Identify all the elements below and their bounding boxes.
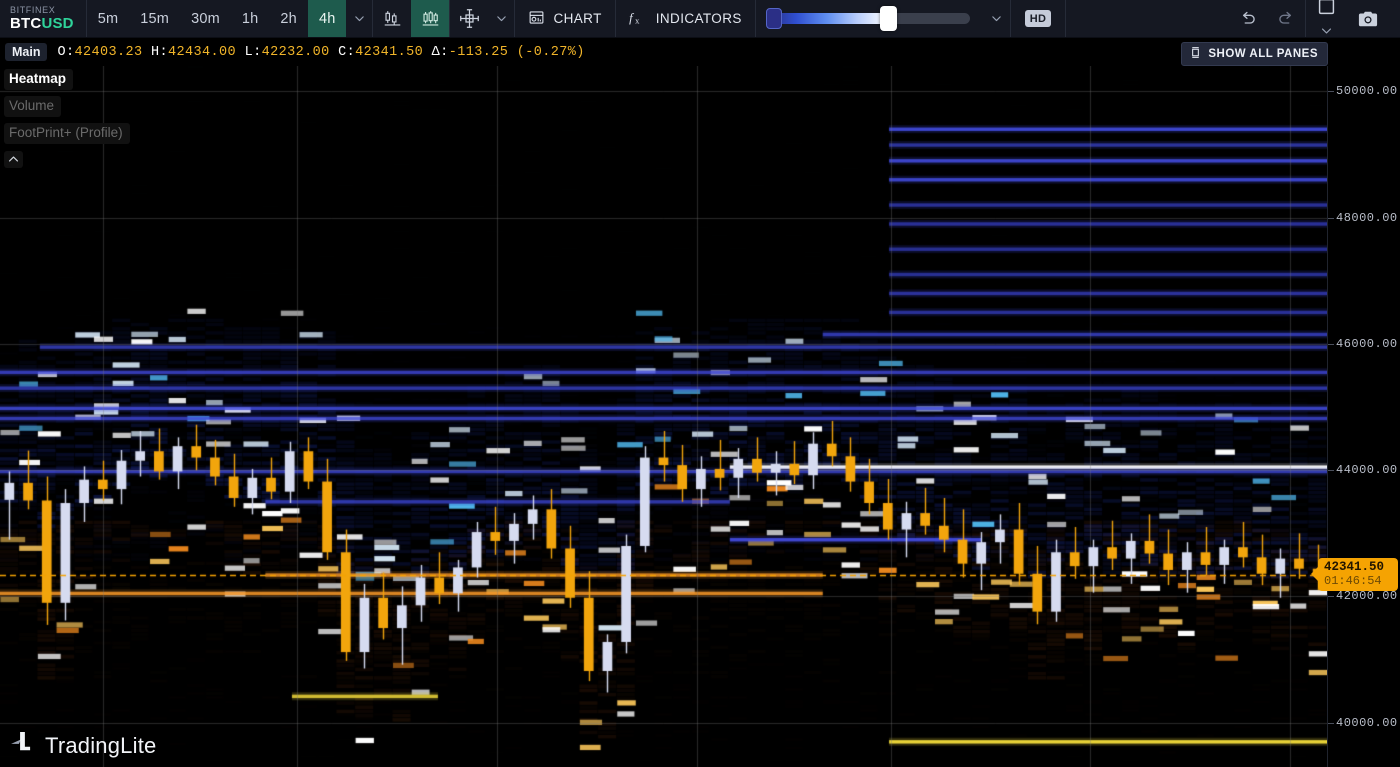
panes-icon	[1189, 46, 1202, 62]
price-tick-42000: 42000.00	[1336, 589, 1398, 603]
high-value: 42434.00	[168, 45, 236, 60]
camera-icon[interactable]	[1346, 0, 1390, 37]
close-value: 42341.50	[355, 45, 423, 60]
delta-value: -113.25	[449, 45, 509, 60]
redo-icon[interactable]	[1267, 0, 1305, 37]
pane-label[interactable]: Main	[5, 43, 47, 61]
divider	[1010, 0, 1011, 37]
fx-icon: f x	[629, 9, 648, 29]
chart-plot-area[interactable]	[0, 66, 1327, 767]
symbol-selector[interactable]: BITFINEX BTCUSD	[0, 0, 86, 37]
svg-text:x: x	[635, 15, 640, 25]
legend-item-footprint[interactable]: FootPrint+ (Profile)	[4, 123, 130, 144]
chevron-down-icon[interactable]	[488, 0, 514, 37]
undo-icon[interactable]	[1229, 0, 1267, 37]
price-axis[interactable]: 50000.00 48000.00 46000.00 44000.00 42000.00…	[1327, 38, 1400, 767]
crosshair-icon[interactable]	[450, 0, 488, 37]
chart-label: CHART	[553, 11, 601, 26]
timeframe-4h[interactable]: 4h	[308, 0, 347, 37]
show-all-panes-button[interactable]: SHOW ALL PANES	[1181, 42, 1328, 66]
layout-chart-icon	[528, 9, 545, 29]
candlestick-icon[interactable]	[373, 0, 411, 37]
timeframe-15m[interactable]: 15m	[129, 0, 180, 37]
legend-item-volume[interactable]: Volume	[4, 96, 61, 117]
indicators-label: INDICATORS	[656, 11, 742, 26]
indicator-legend: Heatmap Volume FootPrint+ (Profile)	[4, 69, 130, 168]
candle-countdown: 01:46:54	[1324, 574, 1394, 588]
symbol-label: BTCUSD	[10, 16, 74, 32]
delta-label: Δ:	[432, 45, 449, 60]
current-price-tag[interactable]: 42341.5001:46:54	[1318, 558, 1398, 591]
chart-menu-button[interactable]: CHART	[515, 0, 614, 37]
slider-fill	[770, 13, 888, 24]
bar-chart-icon[interactable]	[411, 0, 449, 37]
open-label: O:	[57, 45, 74, 60]
slider-knob[interactable]	[880, 6, 897, 31]
show-all-panes-label: SHOW ALL PANES	[1208, 48, 1318, 60]
legend-item-heatmap[interactable]: Heatmap	[4, 69, 73, 90]
timeframe-5m[interactable]: 5m	[87, 0, 130, 37]
fullscreen-button[interactable]	[1306, 0, 1346, 37]
open-value: 42403.23	[75, 45, 143, 60]
slider-track[interactable]	[770, 13, 970, 24]
low-value: 42232.00	[262, 45, 330, 60]
price-tick-50000: 50000.00	[1336, 84, 1398, 98]
symbol-quote: USD	[41, 15, 73, 32]
square-frame-icon	[1317, 0, 1336, 21]
slider-knob-left[interactable]	[766, 8, 782, 29]
symbol-base: BTC	[10, 15, 41, 32]
price-tick-44000: 44000.00	[1336, 463, 1398, 477]
svg-text:f: f	[629, 10, 635, 24]
current-price-value: 42341.50	[1324, 560, 1394, 574]
ohlc-values: O:42403.23 H:42434.00 L:42232.00 C:42341…	[57, 45, 584, 60]
chevron-down-icon[interactable]	[984, 0, 1010, 37]
price-tick-48000: 48000.00	[1336, 211, 1398, 225]
timeframe-1h[interactable]: 1h	[231, 0, 270, 37]
toolbar-spacer	[1066, 0, 1229, 37]
close-label: C:	[338, 45, 355, 60]
heatmap-intensity-slider[interactable]	[756, 0, 984, 37]
toolbar-right-pad	[1390, 0, 1400, 37]
chart-canvas[interactable]	[0, 66, 1327, 767]
delta-percent: (-0.27%)	[517, 45, 585, 60]
indicators-button[interactable]: f x INDICATORS	[616, 0, 755, 37]
timeframe-30m[interactable]: 30m	[180, 0, 231, 37]
high-label: H:	[151, 45, 168, 60]
top-toolbar: BITFINEX BTCUSD 5m 15m 30m 1h 2h 4h	[0, 0, 1400, 38]
price-tick-46000: 46000.00	[1336, 337, 1398, 351]
hd-quality-button[interactable]: HD	[1025, 10, 1052, 27]
price-tick-40000: 40000.00	[1336, 716, 1398, 730]
chevron-down-icon[interactable]	[346, 0, 372, 37]
tradinglite-app: BITFINEX BTCUSD 5m 15m 30m 1h 2h 4h	[0, 0, 1400, 767]
chevron-up-icon[interactable]	[4, 151, 23, 168]
low-label: L:	[245, 45, 262, 60]
timeframe-2h[interactable]: 2h	[269, 0, 308, 37]
